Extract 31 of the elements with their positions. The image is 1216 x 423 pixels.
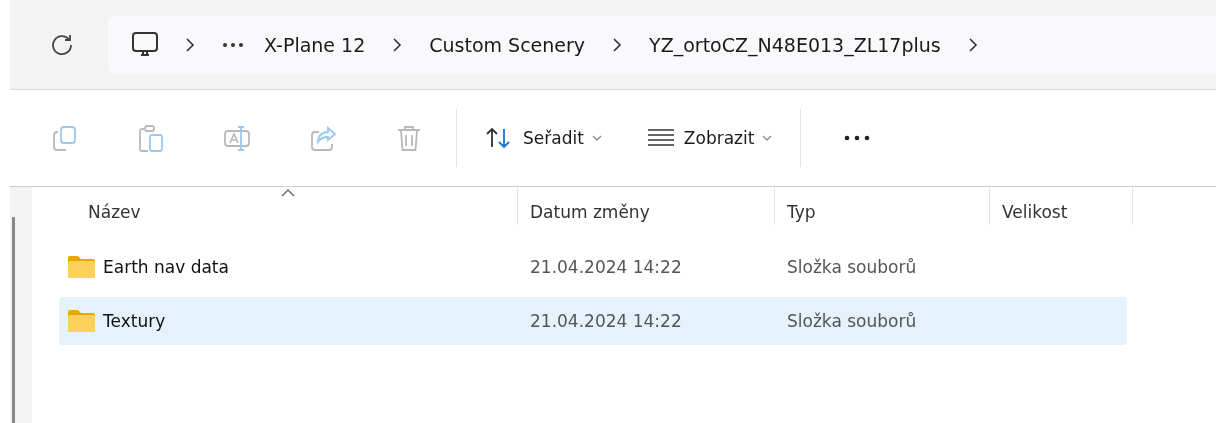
type-cell-text: Složka souborů [786, 257, 918, 277]
list-view-icon [645, 127, 676, 149]
caret-icon [762, 134, 773, 142]
folder-icon [67, 255, 96, 279]
view-menu-button[interactable]: Zobrazit [639, 119, 779, 157]
scrollbar[interactable] [12, 217, 15, 423]
breadcrumb-item[interactable]: X-Plane 12 [254, 33, 376, 56]
column-header[interactable]: Datum změny [518, 187, 775, 225]
more-icon[interactable] [222, 41, 244, 48]
column-header[interactable]: Velikost [990, 187, 1133, 225]
date-cell-text: 21.04.2024 14:22 [529, 311, 683, 331]
caret-icon [591, 134, 602, 142]
folder-icon [67, 309, 96, 333]
address-bar[interactable]: X-Plane 12 Custom Scenery YZ_ortoCZ_N48E013_ZL17plus [108, 15, 1216, 74]
chevron-icon [966, 37, 979, 52]
file-row[interactable]: Textury 21.04.2024 14:22 Složka souborů [59, 297, 1127, 345]
file-name: Earth nav data [103, 257, 229, 277]
date-cell-text: 21.04.2024 14:22 [529, 257, 683, 277]
more-icon[interactable] [843, 135, 872, 141]
type-cell-text: Složka souborů [786, 311, 918, 331]
sort-menu-button[interactable]: Seřadit [479, 119, 608, 157]
column-header[interactable]: Typ [775, 187, 990, 225]
breadcrumb-item[interactable]: YZ_ortoCZ_N48E013_ZL17plus [639, 33, 951, 56]
chevron-icon [184, 37, 196, 52]
chevron-icon [391, 37, 404, 52]
refresh-icon[interactable] [50, 32, 74, 57]
breadcrumb-item[interactable]: Custom Scenery [419, 33, 596, 56]
chevron-icon [611, 37, 624, 52]
column-header[interactable]: Název [59, 187, 518, 225]
file-row[interactable]: Earth nav data 21.04.2024 14:22 Složka souborů [59, 243, 1127, 291]
file-name: Textury [103, 311, 166, 331]
